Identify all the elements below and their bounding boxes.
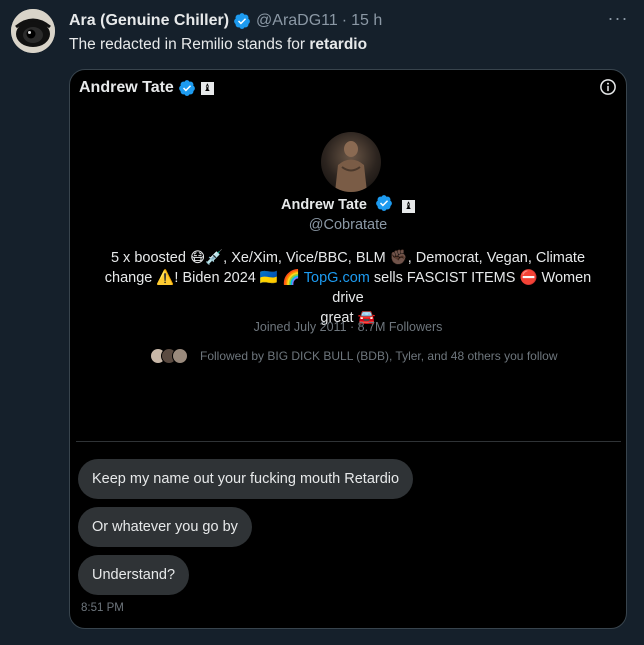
- dm-contact-name: Andrew Tate: [79, 79, 174, 96]
- tweet: Ara (Genuine Chiller) @AraDG11 · 15 h ··…: [0, 0, 644, 645]
- author-name[interactable]: Ara (Genuine Chiller): [69, 12, 229, 30]
- separator-dot: ·: [341, 12, 348, 29]
- message-bubble: Or whatever you go by: [78, 507, 252, 547]
- verified-badge-icon[interactable]: [233, 12, 251, 30]
- profile-avatar-image: [335, 141, 367, 192]
- bio-line: 5 x boosted 😷💉, Xe/Xim, Vice/BBC, BLM ✊🏿…: [110, 250, 586, 266]
- followed-by-text: Followed by BIG DICK BULL (BDB), Tyler, …: [200, 349, 558, 363]
- bio-text: change ⚠️! Biden 2024 🇺🇦 🌈: [104, 270, 304, 286]
- verified-badge-icon: [178, 80, 195, 96]
- follower-avatars: [150, 348, 188, 364]
- profile-handle: @Cobratate: [308, 217, 388, 233]
- bio-text: sells FASCIST ITEMS ⛔ Women drive: [332, 270, 592, 306]
- embedded-dm-screenshot[interactable]: Andrew Tate ♝ Andrew Tate ♝ @Cobratate 5…: [69, 69, 627, 629]
- author-avatar-image: [11, 9, 55, 53]
- verified-badge-icon: [376, 195, 392, 211]
- info-icon: [600, 79, 616, 95]
- more-options-icon[interactable]: ···: [606, 9, 630, 27]
- tweet-text-bold: retardio: [309, 36, 368, 53]
- profile-joined: Joined July 2011 · 8.7M Followers: [253, 320, 443, 334]
- tweet-time[interactable]: 15 h: [351, 12, 382, 30]
- author-handle[interactable]: @AraDG11: [256, 12, 338, 30]
- message-bubble: Understand?: [78, 555, 190, 595]
- profile-name: Andrew Tate: [280, 197, 367, 213]
- tweet-text-prefix: The redacted in Remilio stands for: [69, 36, 310, 53]
- author-avatar[interactable]: [11, 9, 55, 53]
- profile-name-row: Andrew Tate ♝: [70, 194, 626, 213]
- tweet-header: Ara (Genuine Chiller) @AraDG11 · 15 h: [69, 11, 382, 31]
- bio-link[interactable]: TopG.com: [304, 270, 370, 286]
- message-timestamp: 8:51 PM: [81, 602, 124, 614]
- chess-tag-icon: ♝: [200, 81, 214, 95]
- message-bubble: Keep my name out your fucking mouth Reta…: [78, 459, 414, 499]
- profile-avatar: [321, 132, 381, 192]
- chess-tag-icon: ♝: [402, 200, 415, 213]
- follower-avatar: [172, 348, 188, 364]
- profile-bio: 5 x boosted 😷💉, Xe/Xim, Vice/BBC, BLM ✊🏿…: [90, 248, 606, 328]
- tweet-text: The redacted in Remilio stands for retar…: [69, 36, 367, 54]
- followed-by: Followed by BIG DICK BULL (BDB), Tyler, …: [150, 348, 558, 364]
- dm-header: Andrew Tate ♝: [79, 78, 214, 98]
- bio-line: change ⚠️! Biden 2024 🇺🇦 🌈 TopG.com sell…: [90, 268, 606, 308]
- divider: [76, 441, 621, 442]
